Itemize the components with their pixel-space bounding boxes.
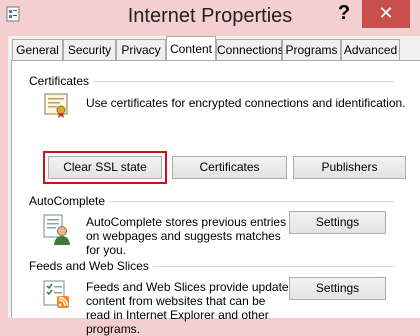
- title-bar: Internet Properties ? ✕: [0, 0, 420, 36]
- autocomplete-line-3: for you.: [86, 243, 127, 257]
- autocomplete-divider: [108, 201, 395, 202]
- tab-content[interactable]: Content: [166, 36, 216, 60]
- dialog-body: General Security Privacy Content Connect…: [8, 36, 420, 336]
- autocomplete-line-1: AutoComplete stores previous entries: [86, 215, 287, 229]
- certificates-button[interactable]: Certificates: [172, 156, 287, 179]
- publishers-button[interactable]: Publishers: [293, 156, 406, 179]
- feeds-settings-button[interactable]: Settings: [289, 277, 386, 300]
- feeds-divider: [146, 266, 395, 267]
- help-icon: ?: [337, 2, 351, 24]
- certificates-divider: [90, 81, 395, 82]
- feeds-line-3: read in Internet Explorer and other: [86, 308, 269, 322]
- close-button[interactable]: ✕: [362, 0, 410, 28]
- tab-advanced[interactable]: Advanced: [341, 39, 400, 60]
- autocomplete-user-icon: [43, 214, 70, 245]
- feeds-line-2: content from websites that can be: [86, 294, 266, 308]
- help-button[interactable]: ?: [328, 0, 360, 28]
- autocomplete-heading: AutoComplete: [29, 194, 110, 208]
- certificates-description: Use certificates for encrypted connectio…: [86, 96, 406, 110]
- tab-privacy[interactable]: Privacy: [116, 39, 166, 60]
- content-tab-panel: Certificates Use certificates for encryp…: [11, 60, 420, 336]
- close-icon: ✕: [378, 3, 394, 23]
- feeds-line-1: Feeds and Web Slices provide updated: [86, 280, 296, 294]
- feeds-heading: Feeds and Web Slices: [29, 259, 153, 273]
- clear-ssl-highlight: [43, 151, 167, 184]
- autocomplete-settings-button[interactable]: Settings: [289, 211, 386, 234]
- feeds-rss-icon: [43, 280, 69, 308]
- feeds-line-4: programs.: [86, 322, 141, 336]
- certificate-icon: [44, 93, 68, 118]
- tab-programs[interactable]: Programs: [282, 39, 341, 60]
- tab-security[interactable]: Security: [63, 39, 116, 60]
- certificates-heading: Certificates: [29, 74, 94, 88]
- autocomplete-line-2: on webpages and suggests matches: [86, 229, 281, 243]
- tab-general[interactable]: General: [12, 39, 63, 60]
- tab-connections[interactable]: Connections: [216, 39, 284, 60]
